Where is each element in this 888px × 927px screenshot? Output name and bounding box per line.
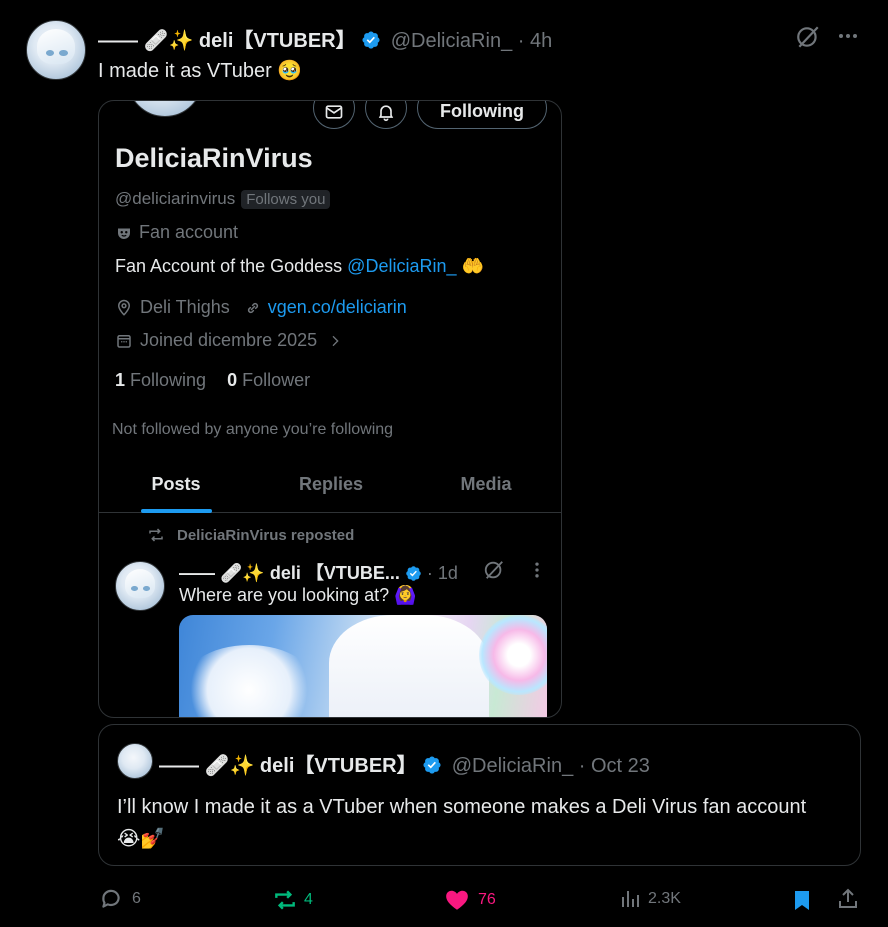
follow-counts: 1 Following 0 Follower — [115, 370, 310, 391]
tweet-header: —— 🩹✨ deli【VTUBER】 @DeliciaRin_ · 4h — [98, 24, 552, 53]
profile-meta-row: Deli Thighs vgen.co/deliciarin — [115, 297, 407, 318]
reply-count: 6 — [132, 890, 141, 907]
not-followed-note: Not followed by anyone you’re following — [112, 421, 394, 438]
verified-icon — [362, 31, 380, 49]
bio-emoji: 🤲 — [461, 256, 484, 276]
tweet-text: I made it as VTuber 🥹 — [98, 60, 303, 82]
follower-count-label: Follower — [242, 370, 311, 390]
views-count: 2.3K — [648, 890, 681, 907]
repost-by[interactable]: DeliciaRinVirus reposted — [177, 527, 354, 544]
share-button[interactable] — [836, 886, 860, 912]
repost-time[interactable]: 1d — [438, 563, 458, 583]
profile-bio: Fan Account of the Goddess @DeliciaRin_ … — [115, 256, 484, 277]
quoted-dot: · — [578, 755, 586, 777]
quoted-tweet[interactable]: —— 🩹✨ deli【VTUBER】 @DeliciaRin_ · Oct 23… — [98, 724, 861, 866]
link-icon — [247, 302, 258, 313]
category-label: Fan account — [139, 222, 239, 242]
bio-text: Fan Account of the Goddess — [115, 256, 343, 276]
profile-category: Fan account — [115, 222, 238, 243]
embedded-screenshot[interactable]: Following DeliciaRinVirus @deliciarinvir… — [98, 100, 562, 718]
share-icon — [839, 888, 857, 908]
tab-media-label: Media — [460, 473, 512, 494]
quoted-header: —— 🩹✨ deli【VTUBER】 @DeliciaRin_ · Oct 23 — [159, 749, 650, 778]
tab-posts-label: Posts — [151, 473, 201, 494]
repost-dot: · — [426, 563, 433, 583]
joined-row: Joined dicembre 2025 — [115, 330, 343, 351]
profile-name: DeliciaRinVirus — [115, 143, 313, 173]
tab-media[interactable]: Media — [409, 455, 561, 513]
mask-icon — [118, 228, 130, 239]
follows-you-badge: Follows you — [241, 189, 331, 209]
chevron-right-icon[interactable] — [327, 333, 343, 349]
following-button-label: Following — [440, 101, 524, 121]
like-count: 76 — [478, 891, 496, 908]
repost-display-name[interactable]: —— 🩹✨ deli 【VTUBE... — [179, 563, 400, 583]
location-icon — [117, 299, 131, 316]
repost-icon — [275, 890, 295, 910]
joined-label: Joined dicembre 2025 — [140, 330, 318, 350]
notify-button[interactable] — [365, 101, 407, 129]
follower-count: 0 — [227, 370, 238, 390]
quoted-text: I’ll know I made it as a VTuber when som… — [117, 796, 807, 850]
following-count-link[interactable]: 1 Following — [115, 370, 206, 390]
following-count-label: Following — [130, 370, 207, 390]
verified-icon — [423, 756, 441, 774]
like-button[interactable]: 76 — [444, 887, 496, 913]
repost-icon — [149, 528, 163, 542]
bio-mention[interactable]: @DeliciaRin_ — [347, 256, 456, 276]
follower-count-link[interactable]: 0 Follower — [227, 370, 310, 390]
profile-handle-row: @deliciarinvirus Follows you — [115, 189, 331, 209]
grok-icon[interactable] — [795, 24, 821, 50]
repost-indicator: DeliciaRinVirus reposted — [147, 526, 354, 544]
bookmark-icon — [795, 891, 809, 910]
author-avatar[interactable] — [26, 20, 86, 80]
reply-button[interactable]: 6 — [98, 886, 141, 912]
profile-tabs: Posts Replies Media — [99, 455, 561, 513]
quoted-date: Oct 23 — [591, 755, 650, 777]
tab-replies[interactable]: Replies — [253, 455, 409, 513]
repost-header: —— 🩹✨ deli 【VTUBE... · 1d — [179, 559, 458, 585]
following-count: 1 — [115, 370, 126, 390]
mail-icon — [325, 105, 343, 119]
profile-link[interactable]: vgen.co/deliciarin — [268, 297, 407, 318]
message-button[interactable] — [313, 101, 355, 129]
profile-avatar — [127, 101, 203, 117]
following-button[interactable]: Following — [417, 101, 547, 129]
quoted-handle: @DeliciaRin_ — [451, 755, 574, 777]
bookmark-button[interactable] — [790, 887, 814, 913]
grok-icon[interactable] — [483, 559, 505, 581]
repost-media-image[interactable] — [179, 615, 547, 717]
reply-icon — [102, 889, 120, 908]
profile-handle: @deliciarinvirus — [115, 189, 236, 208]
more-icon[interactable] — [527, 560, 547, 580]
tab-active-indicator — [141, 509, 212, 513]
views-button[interactable]: 2.3K — [618, 887, 681, 911]
quoted-display-name: —— 🩹✨ deli【VTUBER】 — [159, 755, 417, 777]
bell-icon — [378, 105, 394, 122]
more-icon[interactable] — [836, 24, 860, 48]
author-handle[interactable]: @DeliciaRin_ — [391, 30, 512, 52]
repost-button[interactable]: 4 — [272, 887, 313, 913]
repost-text: Where are you looking at? 🙆‍♀️ — [179, 585, 417, 605]
separator-dot: · — [517, 30, 525, 52]
quoted-avatar — [117, 743, 153, 779]
calendar-icon — [117, 334, 131, 348]
repost-avatar[interactable] — [115, 561, 165, 611]
location-label: Deli Thighs — [140, 297, 230, 317]
author-display-name[interactable]: —— 🩹✨ deli【VTUBER】 — [98, 30, 356, 52]
tweet-time[interactable]: 4h — [530, 30, 552, 52]
repost-count: 4 — [304, 891, 313, 908]
views-icon — [622, 891, 639, 907]
tab-posts[interactable]: Posts — [99, 455, 253, 513]
verified-icon — [406, 566, 421, 581]
tab-replies-label: Replies — [298, 473, 364, 494]
like-icon — [446, 890, 468, 910]
